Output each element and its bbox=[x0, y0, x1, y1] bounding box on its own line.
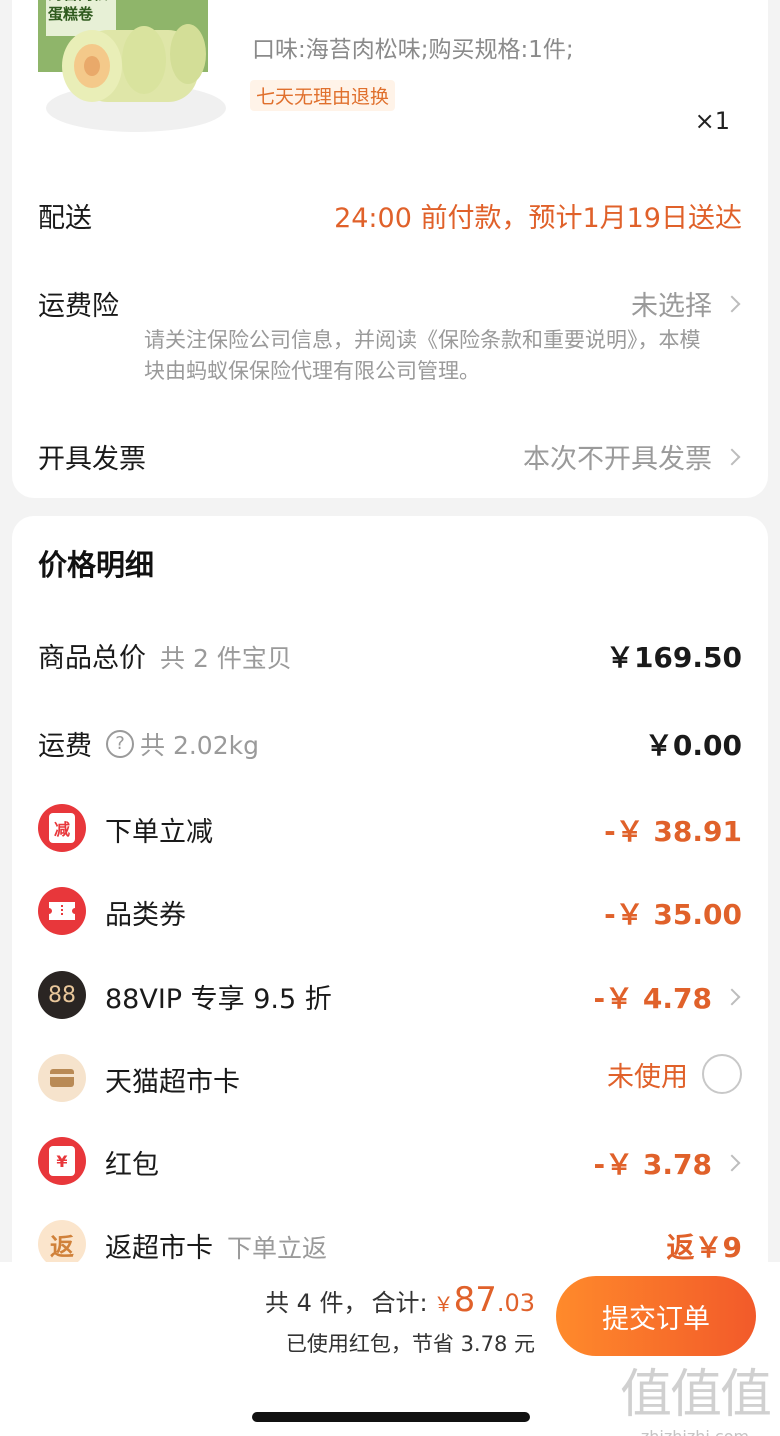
shipping-fee-row: 运费 ? 共 2.02kg bbox=[38, 724, 259, 763]
cashback-sub: 下单立返 bbox=[227, 1234, 328, 1263]
supermarket-card-label: 天猫超市卡 bbox=[105, 1067, 240, 1098]
total-decimal: .03 bbox=[496, 1289, 535, 1317]
supermarket-card-value: 未使用 bbox=[607, 1061, 688, 1093]
return-policy-tag: 七天无理由退换 bbox=[250, 80, 396, 111]
cashback-icon: 返 bbox=[38, 1220, 86, 1268]
invoice-label: 开具发票 bbox=[38, 444, 146, 475]
submit-order-button[interactable]: 提交订单 bbox=[556, 1276, 756, 1356]
cashback-row: 返超市卡 下单立返 bbox=[105, 1226, 327, 1265]
insurance-note: 请关注保险公司信息，并阅读《保险条款和重要说明》，本模块由蚂蚁保保险代理有限公司… bbox=[144, 328, 701, 383]
price-detail-card: 价格明细 商品总价共 2 件宝贝 ￥169.50 运费 ? 共 2.02kg ￥… bbox=[12, 516, 768, 1296]
shipping-insurance-label: 运费险 bbox=[38, 291, 119, 322]
shipping-fee-value: ￥0.00 bbox=[644, 729, 742, 762]
shipping-weight: 共 2.02kg bbox=[140, 730, 259, 760]
goods-count: 共 2 件宝贝 bbox=[160, 644, 292, 673]
goods-total-value: ￥169.50 bbox=[605, 641, 742, 674]
vip88-icon: 88 bbox=[38, 971, 86, 1019]
radio-button[interactable] bbox=[702, 1054, 742, 1094]
red-packet-icon: ¥ bbox=[38, 1137, 86, 1185]
product-image-label: 海苔肉松蛋糕卷 bbox=[48, 0, 108, 23]
supermarket-card-icon bbox=[38, 1054, 86, 1102]
help-icon[interactable]: ? bbox=[106, 729, 134, 758]
goods-total-row: 商品总价共 2 件宝贝 bbox=[38, 636, 292, 675]
total-currency: ￥ bbox=[433, 1292, 454, 1316]
category-coupon-value: -￥ 35.00 bbox=[604, 898, 742, 931]
goods-total-label: 商品总价 bbox=[38, 643, 146, 674]
red-packet-value: -￥ 3.78 bbox=[593, 1148, 712, 1181]
shipping-insurance-value: 未选择 bbox=[631, 291, 712, 322]
supermarket-card-option[interactable]: 未使用 bbox=[607, 1054, 742, 1094]
chevron-right-icon bbox=[723, 1154, 741, 1172]
category-coupon-label: 品类券 bbox=[105, 900, 186, 931]
product-image[interactable]: 海苔肉松蛋糕卷 bbox=[38, 0, 226, 135]
chevron-right-icon bbox=[723, 988, 741, 1006]
vip88-discount[interactable]: -￥ 4.78 bbox=[594, 977, 742, 1017]
total-label: 合计: bbox=[371, 1289, 428, 1317]
order-info-card: 海苔肉松蛋糕卷 口味:海苔肉松味;购买规格:1件; 七天无理由退换 ×1 配送 … bbox=[12, 0, 768, 498]
red-packet-discount[interactable]: -￥ 3.78 bbox=[594, 1143, 742, 1183]
shipping-fee-label: 运费 bbox=[38, 731, 92, 762]
instant-discount-value: -￥ 38.91 bbox=[604, 815, 742, 848]
delivery-estimate: 24:00 前付款，预计1月19日送达 bbox=[334, 203, 742, 234]
cashback-label: 返超市卡 bbox=[105, 1233, 213, 1264]
checkout-bar: 共 4 件， 合计: ￥ 87 .03 已使用红包，节省 3.78 元 提交订单… bbox=[0, 1262, 780, 1436]
vip88-label: 88VIP 专享 9.5 折 bbox=[105, 984, 332, 1015]
watermark-logo: 值值值 zhizhizhi.com bbox=[619, 1365, 772, 1436]
total-integer: 87 bbox=[453, 1280, 497, 1320]
cashback-value: 返￥9 bbox=[666, 1231, 742, 1264]
savings-note: 已使用红包，节省 3.78 元 bbox=[285, 1332, 535, 1356]
item-count: 共 4 件， bbox=[264, 1289, 368, 1317]
invoice-selector[interactable]: 本次不开具发票 bbox=[523, 437, 742, 476]
chevron-right-icon bbox=[723, 295, 741, 312]
instant-discount-icon: 减 bbox=[38, 804, 86, 852]
vip88-value: -￥ 4.78 bbox=[593, 982, 712, 1015]
order-total: 共 4 件， 合计: ￥ 87 .03 bbox=[265, 1280, 535, 1320]
category-coupon-icon bbox=[38, 887, 86, 935]
product-spec: 口味:海苔肉松味;购买规格:1件; bbox=[252, 37, 574, 63]
shipping-insurance-selector[interactable]: 未选择 bbox=[631, 284, 742, 323]
delivery-label: 配送 bbox=[38, 203, 92, 234]
instant-discount-label: 下单立减 bbox=[105, 817, 213, 848]
product-quantity: ×1 bbox=[694, 107, 730, 135]
red-packet-label: 红包 bbox=[105, 1150, 159, 1181]
home-indicator[interactable] bbox=[252, 1412, 530, 1422]
price-detail-title: 价格明细 bbox=[38, 548, 155, 582]
invoice-value: 本次不开具发票 bbox=[523, 444, 712, 475]
chevron-right-icon bbox=[723, 448, 741, 465]
